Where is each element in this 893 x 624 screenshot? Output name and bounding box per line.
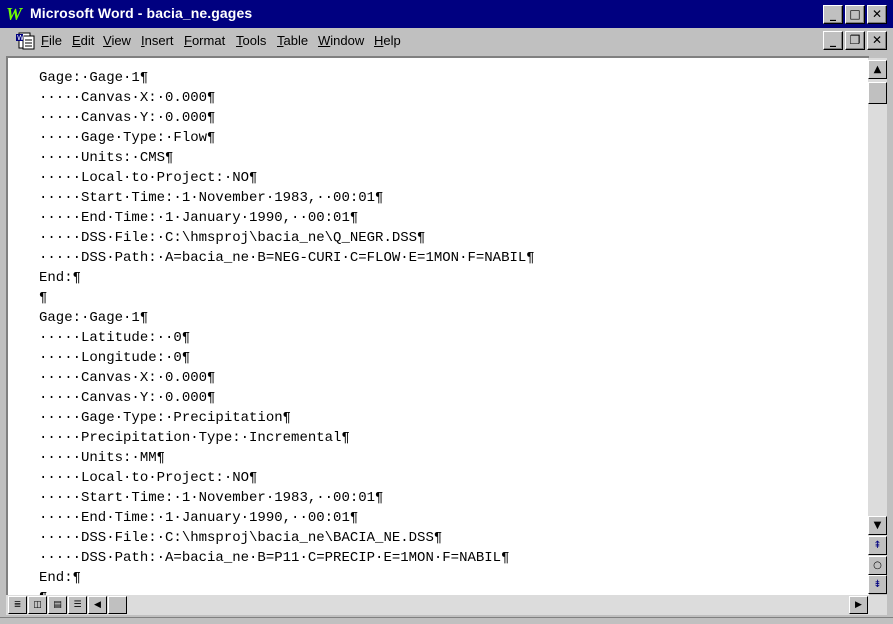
svg-text:W: W bbox=[17, 34, 24, 42]
window-title: Microsoft Word - bacia_ne.gages bbox=[30, 5, 253, 21]
document-line[interactable]: End:¶ bbox=[39, 268, 535, 288]
document-line[interactable]: ·····End·Time:·1·January·1990,··00:01¶ bbox=[39, 208, 535, 228]
document-line[interactable]: ·····Local·to·Project:·NO¶ bbox=[39, 468, 535, 488]
menu-insert-label: nsert bbox=[144, 33, 174, 48]
document-line[interactable]: ·····Units:·CMS¶ bbox=[39, 148, 535, 168]
menu-table-label: able bbox=[283, 33, 309, 48]
menu-help-accelerator: H bbox=[374, 33, 384, 48]
document-line[interactable]: ·····Precipitation·Type:·Incremental¶ bbox=[39, 428, 535, 448]
hscroll-thumb[interactable] bbox=[108, 596, 127, 614]
menu-tools[interactable]: Tools bbox=[236, 33, 266, 48]
scroll-right-arrow-icon[interactable]: ▶ bbox=[849, 596, 868, 614]
vertical-scrollbar[interactable]: ▲ ▼ ⇞ ○ ⇟ bbox=[868, 58, 887, 594]
menu-format[interactable]: Format bbox=[184, 33, 225, 48]
scroll-thumb[interactable] bbox=[868, 82, 887, 104]
menu-bar: W bbox=[0, 28, 893, 54]
document-area[interactable]: Gage:·Gage·1¶ ·····Canvas·X:·0.000¶ ·····C… bbox=[6, 56, 869, 596]
document-line[interactable]: ·····Canvas·X:·0.000¶ bbox=[39, 368, 535, 388]
close-button[interactable]: ✕ bbox=[867, 5, 887, 24]
document-line[interactable]: Gage:·Gage·1¶ bbox=[39, 308, 535, 328]
word-app-icon[interactable]: W bbox=[6, 4, 26, 24]
horizontal-scrollbar[interactable]: ≣ ◫ ▤ ☰ ◀ ▶ bbox=[6, 595, 887, 615]
menu-file-label: ile bbox=[48, 33, 62, 48]
document-line[interactable]: Gage:·Gage·1¶ bbox=[39, 68, 535, 88]
document-line[interactable]: ·····End·Time:·1·January·1990,··00:01¶ bbox=[39, 508, 535, 528]
menu-insert[interactable]: Insert bbox=[141, 33, 174, 48]
document-line[interactable]: End:¶ bbox=[39, 568, 535, 588]
menu-view[interactable]: View bbox=[103, 33, 131, 48]
document-line[interactable]: ·····Longitude:·0¶ bbox=[39, 348, 535, 368]
menu-view-label: iew bbox=[111, 33, 131, 48]
document-line[interactable]: ·····Local·to·Project:·NO¶ bbox=[39, 168, 535, 188]
document-line[interactable]: ·····Gage·Type:·Precipitation¶ bbox=[39, 408, 535, 428]
menu-file[interactable]: File bbox=[41, 33, 62, 48]
document-line[interactable]: ·····DSS·Path:·A=bacia_ne·B=NEG-CURI·C=F… bbox=[39, 248, 535, 268]
scroll-up-arrow-icon[interactable]: ▲ bbox=[868, 60, 887, 79]
maximize-button[interactable]: □ bbox=[845, 5, 865, 24]
doc-minimize-button[interactable]: _ bbox=[823, 31, 843, 50]
menu-window-label: indow bbox=[330, 33, 365, 48]
document-line[interactable]: ·····Canvas·Y:·0.000¶ bbox=[39, 108, 535, 128]
menu-window[interactable]: Window bbox=[318, 33, 364, 48]
menu-edit[interactable]: Edit bbox=[72, 33, 94, 48]
document-line[interactable]: ·····Canvas·Y:·0.000¶ bbox=[39, 388, 535, 408]
minimize-button[interactable]: _ bbox=[823, 5, 843, 24]
document-line[interactable]: ·····Canvas·X:·0.000¶ bbox=[39, 88, 535, 108]
menu-window-accelerator: W bbox=[318, 33, 331, 48]
menu-tools-label: ools bbox=[242, 33, 267, 48]
next-page-icon[interactable]: ⇟ bbox=[868, 575, 887, 594]
document-text[interactable]: Gage:·Gage·1¶ ·····Canvas·X:·0.000¶ ·····C… bbox=[39, 68, 535, 596]
document-icon[interactable]: W bbox=[16, 32, 36, 50]
page-layout-view-icon[interactable]: ▤ bbox=[48, 596, 67, 614]
document-line[interactable]: ·····Units:·MM¶ bbox=[39, 448, 535, 468]
document-line[interactable]: ·····Start·Time:·1·November·1983,··00:01… bbox=[39, 488, 535, 508]
menu-help-label: elp bbox=[383, 33, 401, 48]
previous-page-icon[interactable]: ⇞ bbox=[868, 536, 887, 555]
title-bar: W Microsoft Word - bacia_ne.gages _ □ ✕ bbox=[0, 0, 893, 28]
doc-close-button[interactable]: ✕ bbox=[867, 31, 887, 50]
scroll-down-arrow-icon[interactable]: ▼ bbox=[868, 516, 887, 535]
menu-file-accelerator: F bbox=[41, 33, 49, 48]
menu-table[interactable]: Table bbox=[277, 33, 308, 48]
document-line[interactable]: ·····Start·Time:·1·November·1983,··00:01… bbox=[39, 188, 535, 208]
document-line[interactable]: ¶ bbox=[39, 288, 535, 308]
menu-format-accelerator: F bbox=[184, 33, 192, 48]
select-browse-object-icon[interactable]: ○ bbox=[868, 556, 887, 575]
document-line[interactable]: ·····DSS·Path:·A=bacia_ne·B=P11·C=PRECIP… bbox=[39, 548, 535, 568]
normal-view-icon[interactable]: ≣ bbox=[8, 596, 27, 614]
outline-view-icon[interactable]: ☰ bbox=[68, 596, 87, 614]
menu-format-label: ormat bbox=[191, 33, 226, 48]
doc-restore-button[interactable]: ❐ bbox=[845, 31, 865, 50]
menu-help[interactable]: Help bbox=[374, 33, 401, 48]
scroll-left-arrow-icon[interactable]: ◀ bbox=[88, 596, 107, 614]
menu-edit-accelerator: E bbox=[72, 33, 81, 48]
menu-edit-label: dit bbox=[80, 33, 95, 48]
online-layout-view-icon[interactable]: ◫ bbox=[28, 596, 47, 614]
document-line[interactable]: ·····Gage·Type:·Flow¶ bbox=[39, 128, 535, 148]
document-line[interactable]: ·····Latitude:··0¶ bbox=[39, 328, 535, 348]
document-line[interactable]: ·····DSS·File:·C:\hmsproj\bacia_ne\BACIA… bbox=[39, 528, 535, 548]
document-line[interactable]: ·····DSS·File:·C:\hmsproj\bacia_ne\Q_NEG… bbox=[39, 228, 535, 248]
